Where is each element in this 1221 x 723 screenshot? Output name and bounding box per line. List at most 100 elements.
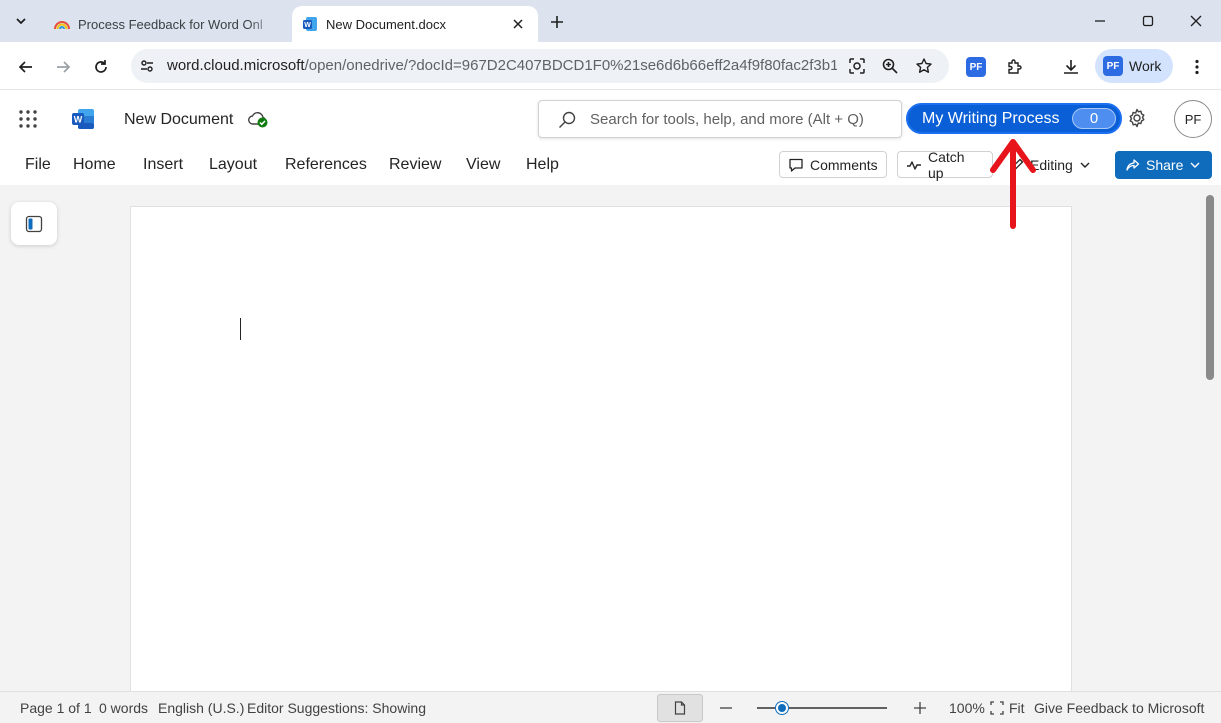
fit-button[interactable]: Fit [1009,700,1025,716]
vertical-scrollbar[interactable] [1206,195,1214,380]
tab-references[interactable]: References [285,156,367,174]
writing-process-count-badge: 0 [1072,108,1116,129]
activity-icon [906,160,921,170]
google-lens-button[interactable] [847,56,867,76]
tab-title: Process Feedback for Word Onl [78,16,263,32]
profile-button[interactable]: PF Work [1095,49,1173,83]
account-avatar[interactable]: PF [1174,100,1212,138]
cloud-saved-icon[interactable] [247,109,269,129]
close-window-button[interactable] [1172,0,1220,42]
word-count[interactable]: 0 words [99,700,148,716]
minimize-button[interactable] [1076,0,1124,42]
catch-up-button[interactable]: Catch up [897,148,993,181]
tab-help[interactable]: Help [526,156,559,174]
url-text: word.cloud.microsoft/open/onedrive/?docI… [167,57,837,74]
share-label: Share [1146,157,1184,173]
fit-icon [990,701,1004,715]
rainbow-icon [54,21,70,30]
minimize-icon [1095,20,1105,22]
editor-suggestions-status[interactable]: Editor Suggestions: Showing [247,700,426,716]
process-feedback-extension-button[interactable]: PF [963,54,989,80]
catch-up-label: Catch up [927,148,965,181]
my-writing-process-label: My Writing Process [922,109,1060,127]
pf-extension-icon: PF [966,57,986,77]
plus-icon [914,702,926,714]
arrow-right-icon [57,61,71,73]
tab-new-document[interactable]: W New Document.docx [292,6,538,42]
zoom-level[interactable]: 100% [949,700,985,716]
tab-view[interactable]: View [466,156,500,174]
tab-insert[interactable]: Insert [143,156,183,174]
tab-home[interactable]: Home [73,156,116,174]
tab-review[interactable]: Review [389,156,441,174]
bookmark-button[interactable] [914,56,934,76]
tab-search-button[interactable] [8,8,34,34]
browser-toolbar: word.cloud.microsoft/open/onedrive/?docI… [0,42,1221,90]
more-vertical-icon [1195,59,1199,75]
give-feedback-link[interactable]: Give Feedback to Microsoft [1034,700,1204,716]
print-layout-view-button[interactable] [657,694,703,722]
zoom-in-button[interactable] [912,700,928,716]
url-path: /open/onedrive/?docId=967D2C407BDCD1F0%2… [304,57,837,74]
puzzle-icon [1008,59,1022,74]
tune-icon [141,60,153,72]
svg-text:W: W [74,115,83,125]
comment-icon [789,158,803,172]
url-host: word.cloud.microsoft [167,57,305,74]
lens-icon [849,58,865,74]
page-icon [674,701,686,715]
document-page[interactable] [130,206,1072,706]
text-cursor [240,318,241,340]
zoom-out-button[interactable] [718,700,734,716]
status-bar: Page 1 of 1 0 words English (U.S.) Edito… [0,691,1221,723]
word-icon: W [303,17,317,31]
share-icon [1126,158,1140,171]
chevron-down-icon [16,18,26,25]
tab-layout[interactable]: Layout [209,156,257,174]
new-tab-button[interactable] [545,10,569,34]
search-placeholder: Search for tools, help, and more (Alt + … [590,111,864,128]
zoom-slider-thumb[interactable] [776,702,788,714]
tab-process-feedback[interactable]: Process Feedback for Word Onl [44,6,288,42]
app-launcher-icon[interactable] [18,109,38,129]
tab-file[interactable]: File [25,156,51,174]
chevron-down-icon [1080,162,1090,168]
arrow-left-icon [18,61,32,73]
sidebar-panel-icon [25,215,43,232]
document-title[interactable]: New Document [124,111,233,129]
navigation-pane-button[interactable] [11,202,57,245]
minus-icon [720,707,732,709]
comments-button[interactable]: Comments [779,151,887,178]
maximize-icon [1142,15,1154,27]
my-writing-process-button[interactable]: My Writing Process 0 [906,103,1122,134]
word-logo-icon[interactable]: W [71,108,95,130]
chevron-down-icon [1190,162,1200,168]
download-icon [1064,60,1078,74]
close-tab-button[interactable] [508,14,528,34]
plus-icon [551,16,563,28]
maximize-button[interactable] [1124,0,1172,42]
settings-gear-icon[interactable] [1126,107,1148,129]
address-bar[interactable]: word.cloud.microsoft/open/onedrive/?docI… [131,49,949,83]
search-box[interactable]: Search for tools, help, and more (Alt + … [538,100,902,138]
language-status[interactable]: English (U.S.) [158,700,244,716]
zoom-in-icon [882,58,898,74]
red-up-arrow-annotation [990,139,1036,229]
reload-icon [95,60,107,73]
profile-label: Work [1129,58,1162,74]
comments-label: Comments [810,156,878,173]
zoom-button[interactable] [880,56,900,76]
profile-avatar: PF [1103,56,1123,76]
share-button[interactable]: Share [1115,151,1212,179]
site-info-button[interactable] [137,56,157,76]
extensions-button[interactable] [1002,54,1028,80]
browser-menu-button[interactable] [1184,54,1210,80]
search-icon [559,111,576,128]
close-icon [1190,15,1202,27]
svg-text:W: W [304,22,311,29]
downloads-button[interactable] [1058,54,1084,80]
reload-button[interactable] [88,54,114,80]
tab-title: New Document.docx [326,16,446,32]
forward-button[interactable] [50,54,76,80]
back-button[interactable] [13,54,39,80]
